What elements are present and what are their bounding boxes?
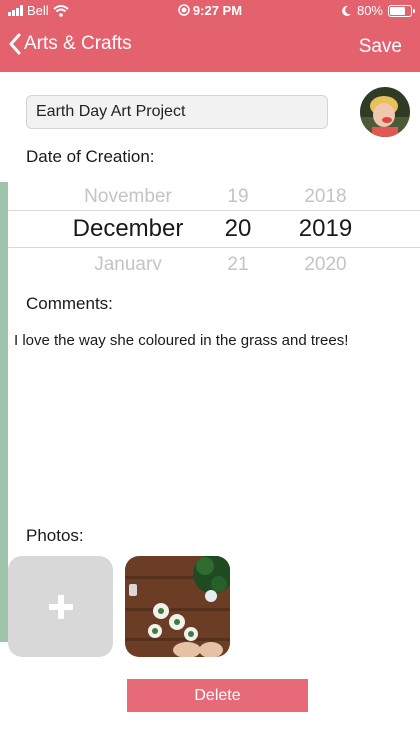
battery-percent: 80% <box>356 3 383 18</box>
picker-year-selected[interactable]: 2019 <box>278 215 373 243</box>
picker-year-below[interactable]: 2020 <box>278 254 373 270</box>
picker-month-below[interactable]: January <box>48 254 208 270</box>
picker-bottom-line <box>8 247 420 248</box>
date-of-creation-label: Date of Creation: <box>26 147 155 166</box>
picker-day-selected[interactable]: 20 <box>208 215 268 243</box>
picker-day-below[interactable]: 21 <box>208 254 268 270</box>
picker-month-selected[interactable]: December <box>48 215 208 243</box>
left-edge-strip <box>0 182 8 642</box>
status-bar: Bell 9:27 PM 80% <box>0 0 420 22</box>
status-time: 9:27 PM <box>192 3 243 18</box>
picker-top-line <box>8 210 420 211</box>
save-button[interactable]: Save <box>359 36 402 58</box>
child-avatar[interactable] <box>360 87 410 137</box>
project-title-input[interactable] <box>26 95 328 129</box>
picker-year-above[interactable]: 2018 <box>278 186 373 208</box>
do-not-disturb-moon-icon <box>342 5 351 16</box>
back-button-label: Arts & Crafts <box>24 33 132 54</box>
photo-thumbnail[interactable] <box>125 556 230 657</box>
delete-button[interactable]: Delete <box>127 679 308 712</box>
chevron-left-icon <box>9 33 21 55</box>
picker-day-above[interactable]: 19 <box>208 186 268 208</box>
comments-text-area[interactable]: I love the way she coloured in the grass… <box>14 332 348 349</box>
add-photo-button[interactable] <box>8 556 113 657</box>
plus-icon <box>48 594 73 619</box>
back-button[interactable]: Arts & Crafts <box>8 33 132 55</box>
navigation-bar: Arts & Crafts Save <box>0 22 420 72</box>
screen-record-icon <box>178 4 190 16</box>
battery-icon <box>388 4 415 17</box>
comments-label: Comments: <box>26 294 113 313</box>
avatar-photo <box>360 87 410 137</box>
photos-label: Photos: <box>26 526 84 545</box>
picker-month-above[interactable]: November <box>48 186 208 208</box>
battery-fill <box>390 6 406 15</box>
craft-photo <box>125 556 230 657</box>
date-picker[interactable]: November 19 2018 December 20 2019 Januar… <box>8 182 420 270</box>
status-right: 80% <box>341 3 415 18</box>
